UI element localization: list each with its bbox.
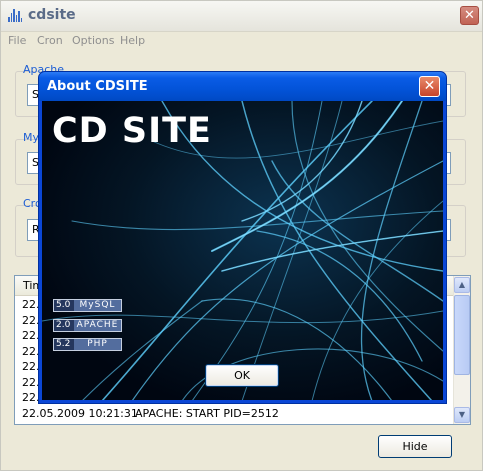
arrow-up-icon: ▲ [458,280,466,289]
apache-version-badge: 2.0 APACHE [53,319,122,332]
close-x-icon: ✕ [464,8,475,23]
about-titlebar[interactable]: About CDSITE ✕ [39,72,446,101]
menubar: File Cron Options Help [1,32,482,50]
ok-button[interactable]: OK [205,364,279,387]
about-close-button[interactable]: ✕ [419,76,440,97]
mysql-label: MySQL [74,300,121,311]
log-scrollbar[interactable]: ▲ ▼ [453,276,470,424]
log-row[interactable]: 22.05.2009 10:21:31APACHE: START PID=251… [15,406,455,422]
about-dialog-title: About CDSITE [47,79,148,94]
log-message: APACHE: START PID=2512 [135,406,279,420]
about-dialog: About CDSITE ✕ CD SITE 5.0 MySQL 2.0 APA… [38,71,447,404]
scroll-thumb[interactable] [454,295,470,375]
apache-label: APACHE [74,320,121,331]
main-close-button[interactable]: ✕ [460,6,479,25]
arrow-down-icon: ▼ [458,410,466,419]
mysql-version: 5.0 [56,300,71,310]
scroll-down-button[interactable]: ▼ [454,407,470,423]
equalizer-bars-icon [8,9,22,22]
php-version-badge: 5.2 PHP [53,338,122,351]
close-x-icon: ✕ [423,78,436,94]
cd-site-logo: CD SITE [52,111,212,151]
menu-cron[interactable]: Cron [37,34,63,47]
menu-options[interactable]: Options [72,34,114,47]
apache-version: 2.0 [56,320,71,330]
menu-help[interactable]: Help [120,34,145,47]
log-time: 22.05.2009 10:21:31 [22,406,138,420]
php-label: PHP [74,339,121,350]
about-splash: CD SITE 5.0 MySQL 2.0 APACHE 5.2 PHP OK [42,101,443,400]
main-titlebar[interactable]: cdsite ✕ [1,1,482,32]
menu-file[interactable]: File [8,34,26,47]
php-version: 5.2 [56,339,71,349]
mysql-version-badge: 5.0 MySQL [53,299,122,312]
hide-button[interactable]: Hide [378,435,452,458]
scroll-up-button[interactable]: ▲ [454,277,470,293]
main-window-title: cdsite [28,7,76,23]
